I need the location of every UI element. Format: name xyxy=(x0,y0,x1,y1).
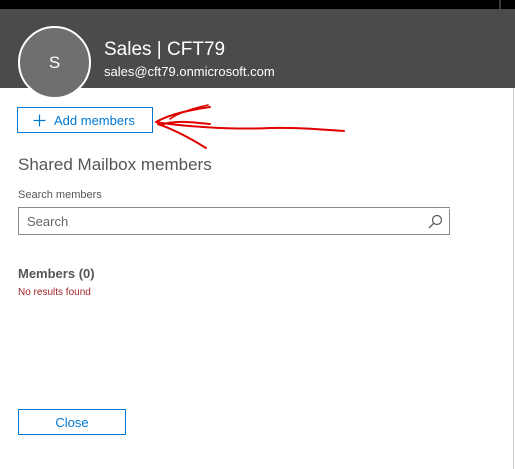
window-edge xyxy=(499,0,501,9)
no-results-message: No results found xyxy=(18,287,91,298)
search-members-label: Search members xyxy=(18,189,102,201)
red-arrow-annotation xyxy=(155,104,345,149)
mailbox-email: sales@cft79.onmicrosoft.com xyxy=(104,64,275,79)
search-input[interactable] xyxy=(27,208,417,234)
panel-right-border xyxy=(513,88,514,469)
mailbox-title: Sales | CFT79 xyxy=(104,39,226,60)
avatar: S xyxy=(18,26,91,99)
search-box-notch xyxy=(422,208,450,209)
add-members-button[interactable]: Add members xyxy=(17,107,153,133)
close-button-label: Close xyxy=(55,414,89,430)
section-title: Shared Mailbox members xyxy=(18,155,212,174)
members-heading: Members (0) xyxy=(18,266,95,281)
plus-icon xyxy=(33,114,46,126)
window-top-strip xyxy=(0,0,515,9)
add-members-label: Add members xyxy=(54,112,135,128)
search-icon[interactable] xyxy=(428,214,443,229)
close-button[interactable]: Close xyxy=(18,409,126,435)
search-members-box xyxy=(18,207,450,235)
